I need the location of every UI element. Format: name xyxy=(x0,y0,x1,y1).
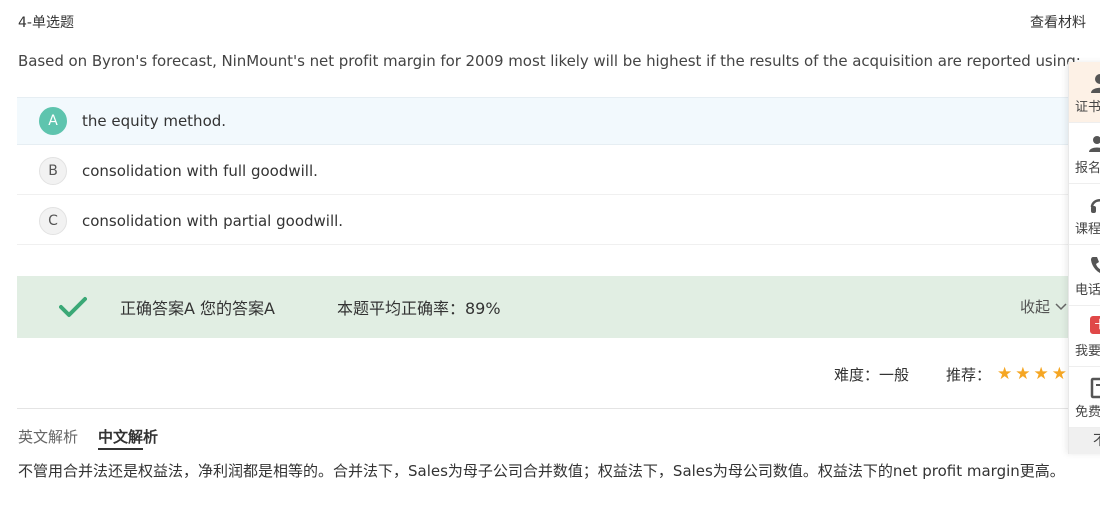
option-text: the equity method. xyxy=(82,112,227,130)
side-item-certificate[interactable]: 证书 xyxy=(1069,62,1100,123)
star-icon: ★ xyxy=(1051,364,1068,384)
book-icon xyxy=(1090,377,1100,399)
phone-icon xyxy=(1091,257,1100,274)
tab-chinese-analysis[interactable]: 中文解析 xyxy=(98,426,158,447)
answer-bar: 正确答案A 您的答案A 本题平均正确率：89% 收起 xyxy=(17,276,1100,338)
option-letter-circle: A xyxy=(39,107,67,135)
side-bottom-bar[interactable]: 不 xyxy=(1069,428,1100,454)
side-item-register[interactable]: 报名 xyxy=(1069,123,1100,184)
people-icon xyxy=(1089,136,1100,152)
side-item-label: 课程 xyxy=(1075,222,1100,237)
side-item-phone[interactable]: 电话 xyxy=(1069,245,1100,306)
tab-underline xyxy=(98,448,143,450)
star-icon: ★ xyxy=(1033,364,1049,384)
difficulty-label: 难度：一般 xyxy=(834,366,910,384)
headset-icon xyxy=(1090,199,1100,213)
side-panel: 证书 报名 课程 电话 卡 我要 免费 不 xyxy=(1068,62,1100,454)
side-bottom-label: 不 xyxy=(1093,430,1100,450)
chevron-down-icon xyxy=(1055,302,1067,310)
side-item-label: 我要 xyxy=(1075,344,1100,359)
side-item-label: 免费 xyxy=(1075,405,1100,420)
option-text: consolidation with full goodwill. xyxy=(82,162,318,180)
question-text: Based on Byron's forecast, NinMount's ne… xyxy=(18,52,1081,70)
badge-icon: 卡 xyxy=(1090,316,1100,334)
side-item-course[interactable]: 课程 xyxy=(1069,184,1100,245)
view-material-link[interactable]: 查看材料 xyxy=(1030,12,1086,32)
star-icon: ★ xyxy=(997,364,1013,384)
question-type: 4-单选题 xyxy=(18,15,74,31)
option-text: consolidation with partial goodwill. xyxy=(82,212,344,230)
option-a[interactable]: A the equity method. xyxy=(17,97,1100,145)
option-c[interactable]: C consolidation with partial goodwill. xyxy=(17,198,1100,245)
option-b[interactable]: B consolidation with full goodwill. xyxy=(17,148,1100,195)
recommend-label: 推荐： xyxy=(946,366,992,384)
recommend-rating: 推荐： ★ ★ ★ ★ xyxy=(946,364,1070,385)
analysis-text: 不管用合并法还是权益法，净利润都是相等的。合并法下，Sales为母子公司合并数值… xyxy=(18,462,1065,480)
star-icon: ★ xyxy=(1015,364,1031,384)
average-rate-text: 本题平均正确率：89% xyxy=(336,299,501,318)
collapse-button[interactable]: 收起 xyxy=(1020,296,1068,317)
side-item-label: 证书 xyxy=(1075,100,1100,115)
divider xyxy=(17,408,1100,409)
collapse-label: 收起 xyxy=(1019,298,1050,316)
side-item-label: 电话 xyxy=(1075,283,1100,298)
person-icon xyxy=(1091,74,1100,93)
option-letter-circle: B xyxy=(39,157,67,185)
side-item-free[interactable]: 免费 xyxy=(1069,367,1100,428)
option-letter-circle: C xyxy=(39,207,67,235)
star-rating: ★ ★ ★ ★ xyxy=(997,366,1070,383)
correct-answer-text: 正确答案A 您的答案A xyxy=(120,299,275,318)
checkmark-icon xyxy=(59,297,87,317)
tab-english-analysis[interactable]: 英文解析 xyxy=(18,426,78,447)
side-item-label: 报名 xyxy=(1075,161,1100,176)
side-item-apply[interactable]: 卡 我要 xyxy=(1069,306,1100,367)
